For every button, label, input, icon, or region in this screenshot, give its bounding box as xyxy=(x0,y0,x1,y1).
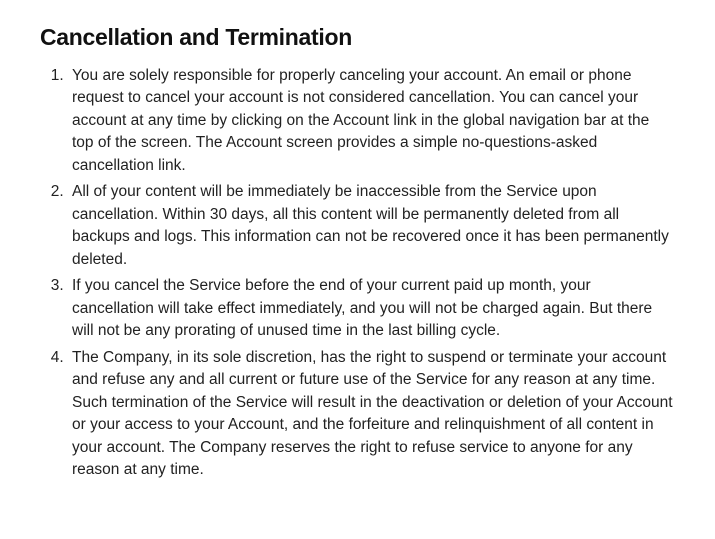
terms-list: You are solely responsible for properly … xyxy=(40,65,675,481)
list-item: You are solely responsible for properly … xyxy=(68,65,675,177)
list-item: If you cancel the Service before the end… xyxy=(68,275,675,342)
list-item: The Company, in its sole discretion, has… xyxy=(68,347,675,482)
list-item: All of your content will be immediately … xyxy=(68,181,675,271)
section-heading: Cancellation and Termination xyxy=(40,24,675,51)
